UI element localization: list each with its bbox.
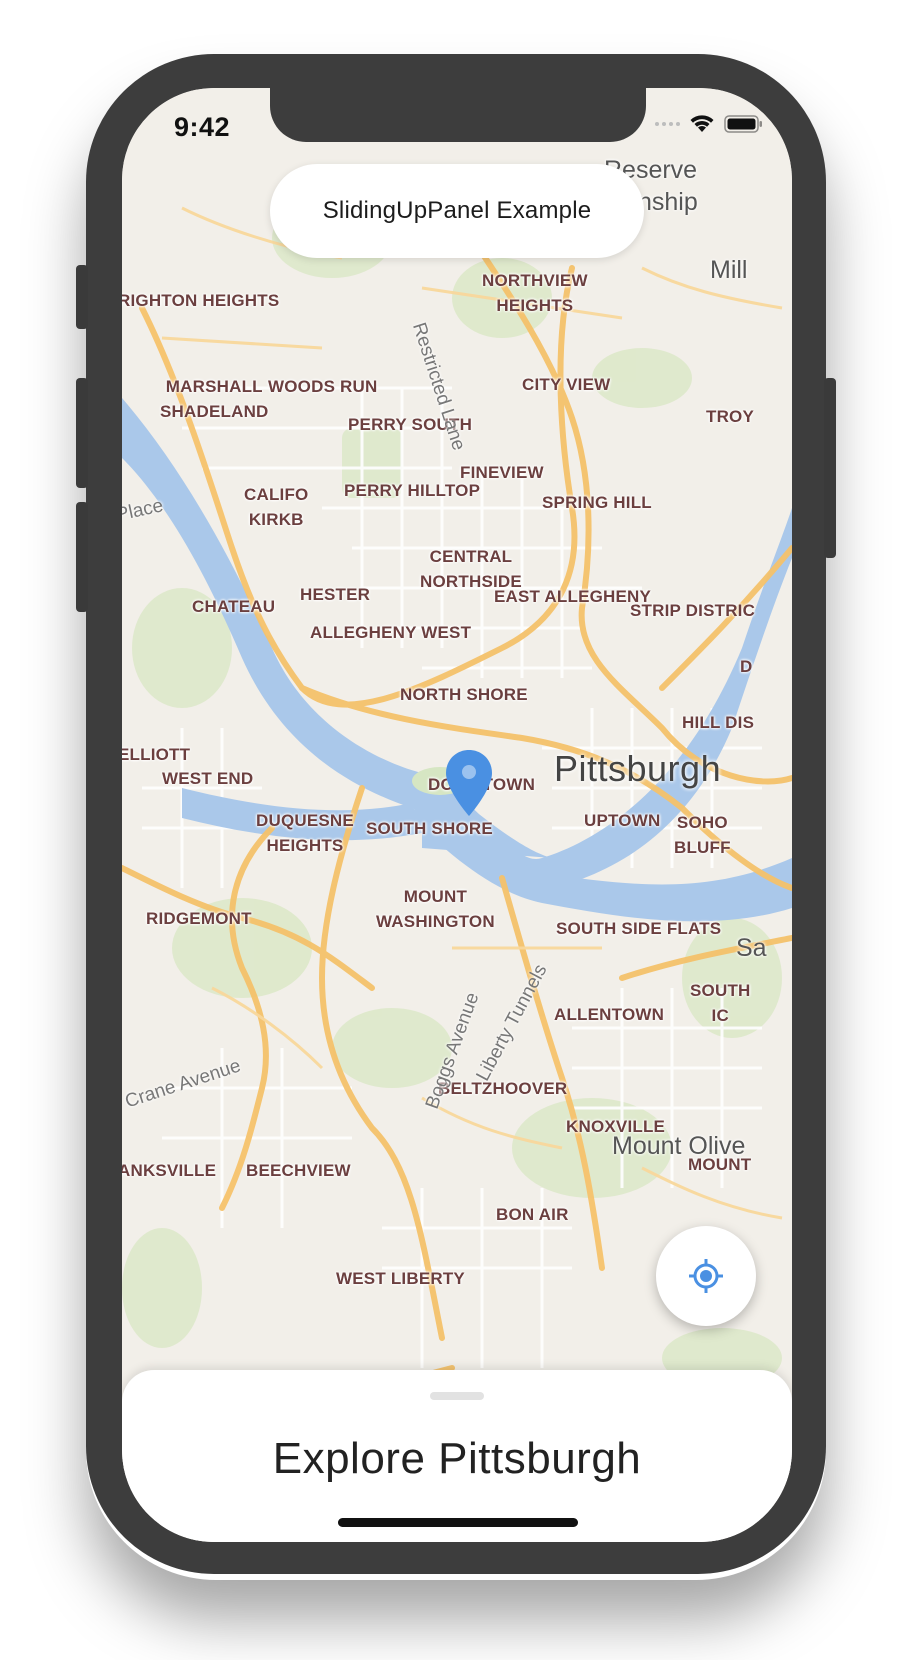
neighborhood-label: TROY <box>706 407 755 426</box>
neighborhood-label: ALLEGHENY WEST <box>310 623 472 642</box>
neighborhood-label: ELLIOTT <box>122 745 191 764</box>
neighborhood-label: SOHO BLUFF <box>674 813 731 857</box>
sliding-up-panel[interactable]: Explore Pittsburgh <box>122 1370 792 1542</box>
my-location-button[interactable] <box>656 1226 756 1326</box>
neighborhood-label: D <box>740 657 753 676</box>
neighborhood-label: DUQUESNE HEIGHTS <box>256 811 354 855</box>
neighborhood-label: CALIFO KIRKB <box>244 485 309 529</box>
neighborhood-label: SOUTH SHORE <box>366 819 493 838</box>
neighborhood-label: MOUNT WASHINGTON <box>376 887 495 931</box>
neighborhood-label: NORTH SHORE <box>400 685 528 704</box>
wifi-icon <box>690 115 714 132</box>
neighborhood-label: HILL DIS <box>682 713 755 732</box>
notch <box>270 88 646 142</box>
status-time: 9:42 <box>174 112 231 142</box>
neighborhood-label: HESTER <box>300 585 371 604</box>
neighborhood-label: CITY VIEW <box>522 375 611 394</box>
volume-down-button <box>76 502 88 612</box>
neighborhood-label: WOODS RUN <box>268 377 378 396</box>
location-pin-icon[interactable] <box>444 748 494 818</box>
phone-screen: RIGHTON HEIGHTS NORTHVIEW HEIGHTS MARSHA… <box>122 88 792 1542</box>
neighborhood-label: PERRY HILLTOP <box>344 481 481 500</box>
neighborhood-label: RIDGEMONT <box>146 909 252 928</box>
neighborhood-label: ANKSVILLE <box>122 1161 217 1180</box>
mute-switch <box>76 265 88 329</box>
suburb-label: Mill <box>710 256 748 284</box>
neighborhood-label: STRIP DISTRIC <box>630 601 756 620</box>
neighborhood-label: MARSHALL SHADELAND <box>160 377 269 421</box>
neighborhood-label: WEST END <box>162 769 254 788</box>
neighborhood-label: BON AIR <box>496 1205 569 1224</box>
battery-icon <box>724 115 762 133</box>
power-button <box>824 378 836 558</box>
app-title: SlidingUpPanel Example <box>322 197 592 224</box>
status-icons <box>655 114 764 134</box>
neighborhood-label: RIGHTON HEIGHTS <box>122 291 280 310</box>
neighborhood-label: SOUTH SIDE FLATS <box>556 919 722 938</box>
suburb-label: Mount Olive <box>612 1132 746 1160</box>
neighborhood-label: BELTZHOOVER <box>438 1079 568 1098</box>
neighborhood-label: WEST LIBERTY <box>336 1269 465 1288</box>
home-indicator[interactable] <box>338 1518 578 1527</box>
suburb-label: Sa <box>736 934 767 962</box>
neighborhood-label: SPRING HILL <box>542 493 652 512</box>
neighborhood-label: SOUTH IC <box>690 981 751 1025</box>
neighborhood-label: BEECHVIEW <box>246 1161 351 1180</box>
city-label: Pittsburgh <box>554 748 722 789</box>
volume-up-button <box>76 378 88 488</box>
neighborhood-label: UPTOWN <box>584 811 661 830</box>
app-title-bar: SlidingUpPanel Example <box>270 164 644 258</box>
panel-drag-handle[interactable] <box>430 1392 484 1400</box>
cellular-signal-icon <box>655 122 680 126</box>
neighborhood-label: EAST ALLEGHENY <box>494 587 652 606</box>
my-location-icon <box>689 1259 723 1293</box>
neighborhood-label: NORTHVIEW HEIGHTS <box>482 271 588 315</box>
neighborhood-label: CHATEAU <box>192 597 276 616</box>
neighborhood-label: ALLENTOWN <box>554 1005 665 1024</box>
panel-title: Explore Pittsburgh <box>272 1434 642 1483</box>
